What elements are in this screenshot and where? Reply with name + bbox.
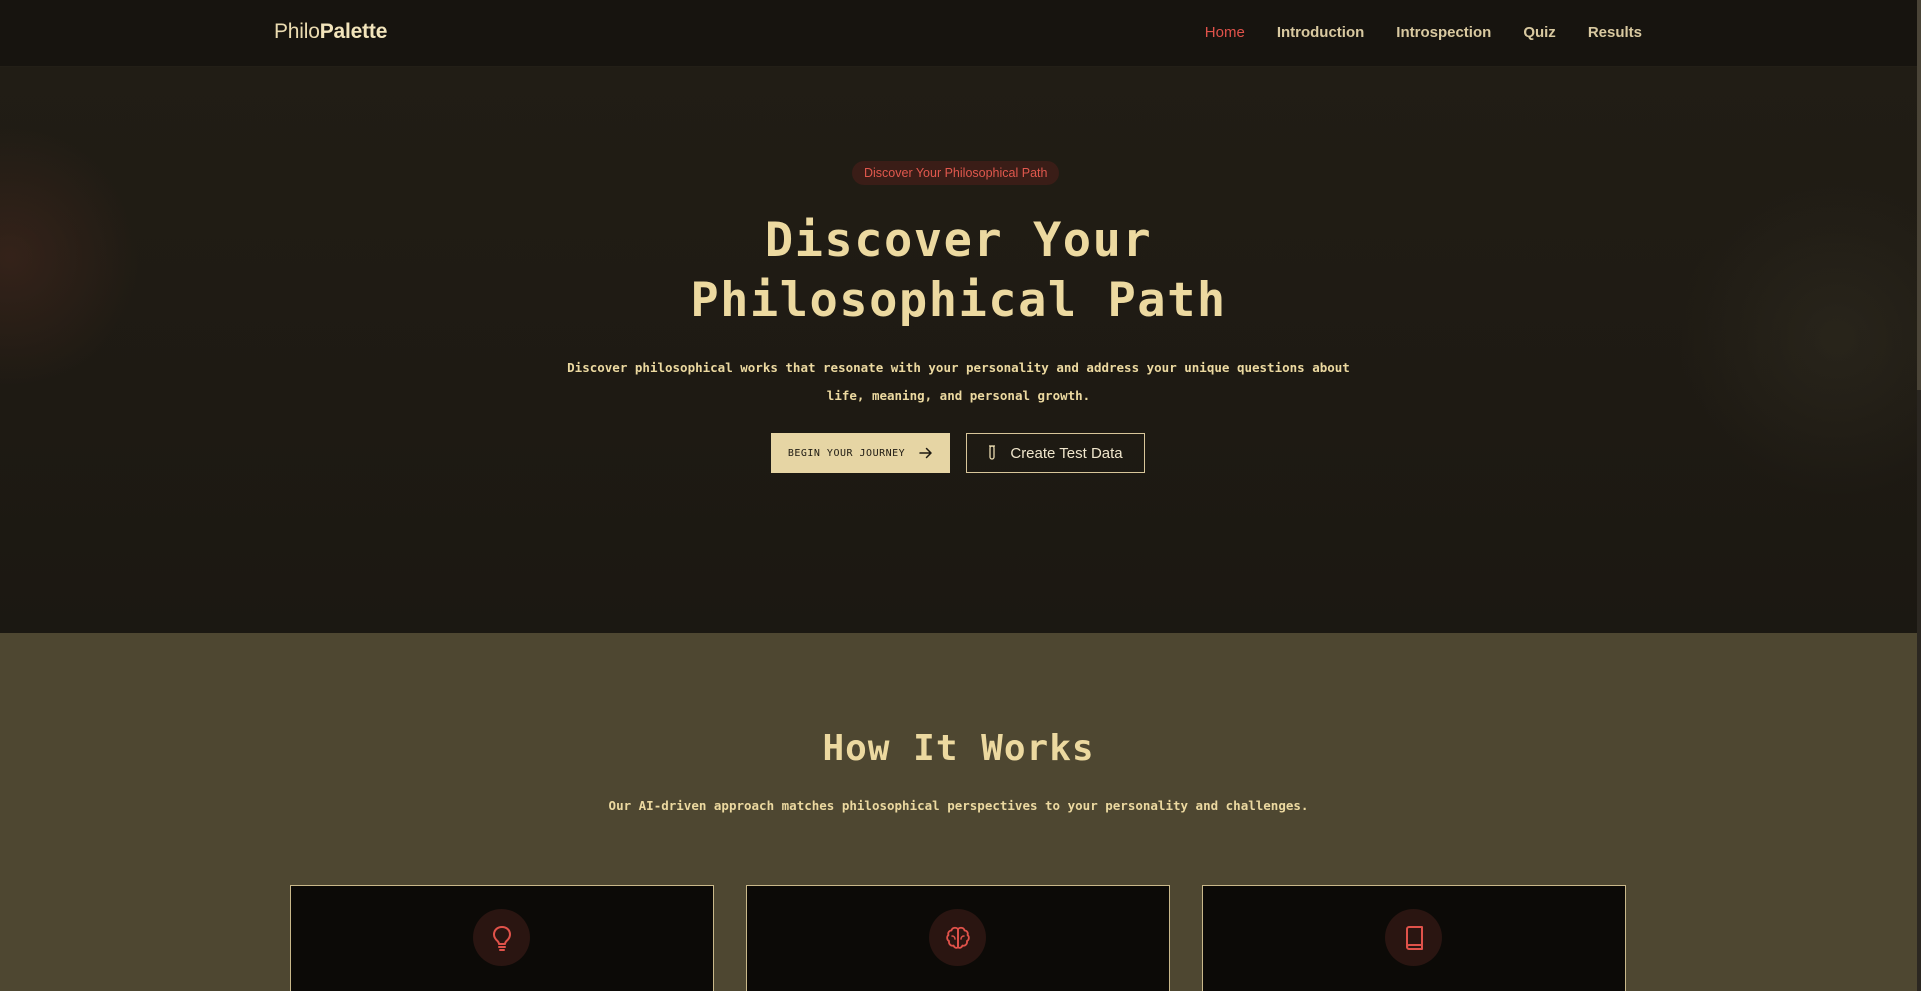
feature-icon-circle: [1385, 909, 1442, 966]
hero-badge: Discover Your Philosophical Path: [852, 161, 1060, 185]
nav-link-results[interactable]: Results: [1588, 24, 1642, 41]
begin-journey-button[interactable]: BEGIN YOUR JOURNEY: [771, 433, 950, 473]
brain-icon: [945, 926, 970, 949]
how-it-works-subtitle: Our AI-driven approach matches philosoph…: [608, 798, 1309, 813]
nav-link-quiz[interactable]: Quiz: [1523, 24, 1556, 41]
hero-subtitle: Discover philosophical works that resona…: [567, 360, 1350, 403]
nav-link-introspection[interactable]: Introspection: [1396, 24, 1491, 41]
hero-glow-right: [1677, 177, 1917, 497]
begin-journey-label: BEGIN YOUR JOURNEY: [787, 447, 906, 459]
book-icon: [1405, 925, 1423, 950]
how-it-works-section: How It Works Our AI-driven approach matc…: [0, 633, 1917, 991]
feature-card-3: [1202, 885, 1626, 991]
feature-icon-circle: [929, 909, 986, 966]
nav-link-home[interactable]: Home: [1205, 24, 1245, 41]
how-it-works-title: How It Works: [822, 728, 1095, 769]
nav-links: Home Introduction Introspection Quiz Res…: [1205, 24, 1642, 41]
logo-text-light: Philo: [274, 20, 320, 43]
logo-text-bold: Palette: [319, 20, 388, 43]
test-tube-icon: [989, 445, 996, 460]
scrollbar-thumb[interactable]: [1917, 0, 1921, 390]
hero-section: Discover Your Philosophical Path Discove…: [0, 67, 1917, 633]
feature-card-1: [290, 885, 714, 991]
hero-title: Discover Your Philosophical Path: [690, 213, 1227, 328]
create-test-data-label: Create Test Data: [1010, 444, 1123, 462]
lightbulb-icon: [492, 925, 511, 951]
logo[interactable]: PhiloPalette: [274, 20, 387, 44]
top-navbar: PhiloPalette Home Introduction Introspec…: [0, 0, 1917, 67]
feature-card-2: [746, 885, 1170, 991]
hero-glow-left: [0, 127, 140, 387]
feature-icon-circle: [473, 909, 530, 966]
nav-link-introduction[interactable]: Introduction: [1277, 24, 1364, 41]
arrow-right-icon: [919, 447, 932, 459]
create-test-data-button[interactable]: Create Test Data: [966, 433, 1145, 473]
page-scrollbar[interactable]: [1917, 0, 1921, 991]
